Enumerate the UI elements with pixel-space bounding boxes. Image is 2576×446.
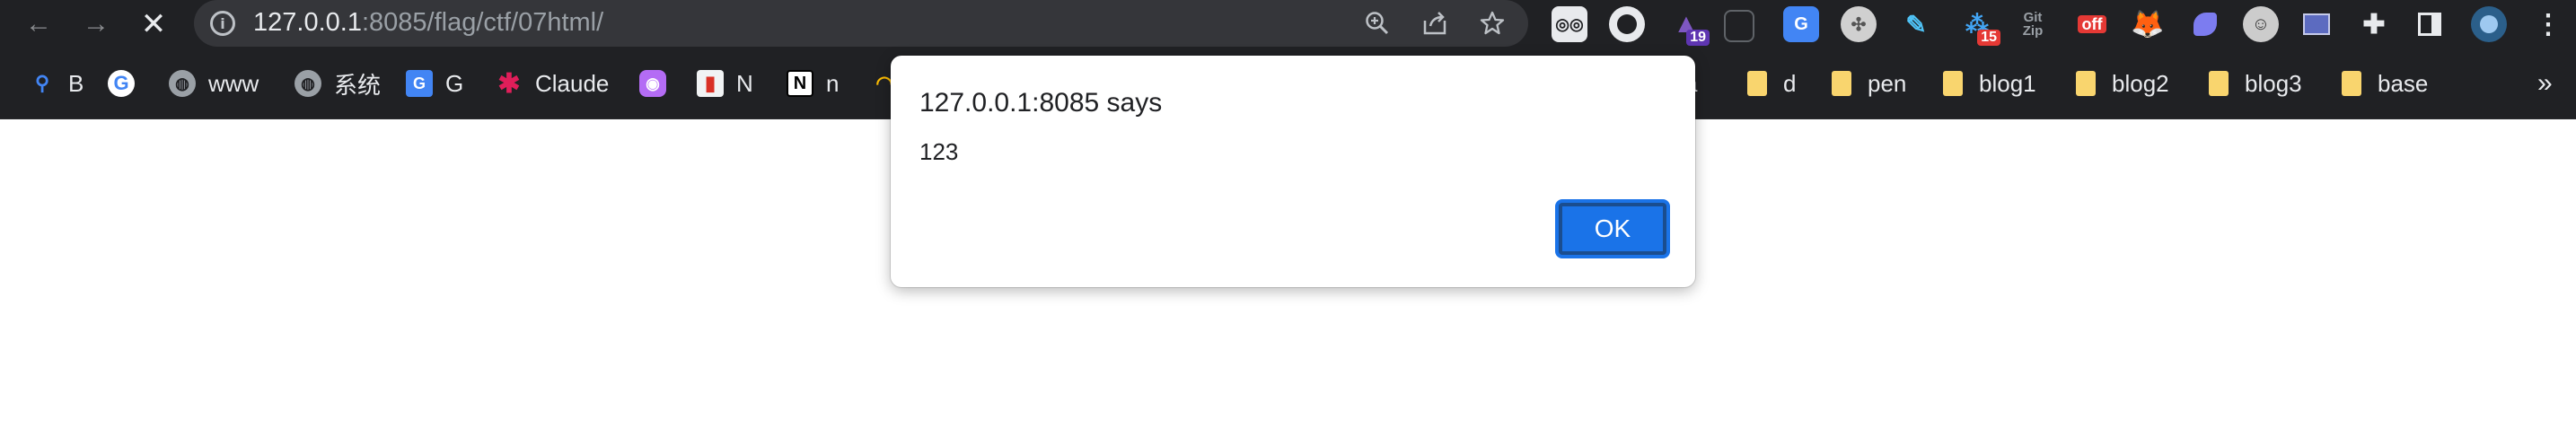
folder-icon	[2076, 71, 2096, 96]
address-bar[interactable]: i 127.0.0.1:8085/flag/ctf/07html/	[194, 0, 1528, 47]
bookmark-label: Claude	[535, 69, 610, 97]
avatar-face	[2480, 15, 2498, 33]
sidebar-shape	[2418, 13, 2441, 36]
folder-label: blog2	[2112, 69, 2169, 97]
bot-icon: ◉	[639, 70, 666, 97]
folder-icon	[1747, 71, 1767, 96]
ext-globe-icon[interactable]: ✣	[1841, 6, 1877, 42]
folder-label: blog3	[2245, 69, 2302, 97]
bookmark-item[interactable]: ▮ N	[697, 48, 753, 118]
notion-icon: N	[787, 70, 813, 97]
bookmark-label: B	[68, 69, 84, 97]
ext-ring-icon[interactable]	[1609, 6, 1645, 42]
bookmark-item[interactable]: ◍ www	[169, 48, 259, 118]
bookmark-item[interactable]: G	[108, 48, 147, 118]
bookmark-label: 系统	[334, 71, 382, 99]
folder-icon	[2209, 71, 2229, 96]
share-icon[interactable]	[1419, 7, 1451, 39]
browser-toolbar: ← → ✕ i 127.0.0.1:8085/flag/ctf/07html/ …	[0, 0, 2576, 48]
google-icon: G	[108, 70, 135, 97]
bookmark-label: G	[445, 69, 464, 97]
ext-panel-icon[interactable]	[2299, 6, 2334, 42]
off-badge: off	[2077, 15, 2107, 33]
bookmark-folder[interactable]: base	[2342, 48, 2428, 118]
globe-icon: ◍	[295, 70, 321, 97]
profile-avatar[interactable]	[2471, 6, 2507, 42]
back-button[interactable]: ←	[16, 0, 61, 48]
zoom-icon[interactable]	[1361, 7, 1394, 39]
folder-icon	[1943, 71, 1963, 96]
grid-badge: 15	[1977, 30, 2000, 46]
sidebar-icon[interactable]	[2412, 6, 2448, 42]
close-icon: ✕	[140, 7, 167, 41]
forward-arrow-icon: →	[83, 9, 110, 39]
bookmark-item[interactable]: Nn	[787, 48, 839, 118]
folder-icon	[2342, 71, 2361, 96]
bookmark-item[interactable]: ✱ Claude	[496, 48, 609, 118]
folder-label: base	[2378, 69, 2429, 97]
bookmark-item[interactable]: ◉	[639, 48, 679, 118]
panel-shape	[2303, 13, 2330, 35]
bookmark-folder[interactable]: d	[1747, 48, 1796, 118]
translate-icon: G	[406, 70, 433, 97]
bookmark-folder[interactable]: pen	[1832, 48, 1906, 118]
bookmark-red-icon: ▮	[697, 70, 724, 97]
ok-button[interactable]: OK	[1555, 199, 1670, 258]
dialog-message: 123	[919, 138, 959, 165]
feather-shape	[2194, 13, 2217, 36]
forward-button[interactable]: →	[74, 0, 119, 48]
bookmark-label: n	[826, 69, 840, 97]
ext-copy-icon[interactable]	[1724, 10, 1754, 42]
back-arrow-icon: ←	[25, 9, 52, 39]
bookmark-folder[interactable]: blog3	[2209, 48, 2302, 118]
search-icon: ⚲	[34, 72, 50, 94]
bookmark-item[interactable]: GG	[406, 48, 463, 118]
slack-icon: ✱	[497, 68, 521, 99]
url-path: :8085/flag/ctf/07html/	[361, 8, 604, 37]
dialog-title: 127.0.0.1:8085 says	[919, 88, 1163, 118]
ext-cap-icon[interactable]: ▲ 19	[1668, 6, 1710, 46]
globe-icon: ◍	[169, 70, 196, 97]
stop-loading-button[interactable]: ✕	[131, 0, 176, 48]
bookmark-item[interactable]: ⚲ B	[29, 48, 84, 118]
bookmark-folder[interactable]: blog2	[2076, 48, 2169, 118]
folder-icon	[1832, 71, 1851, 96]
ext-translate-icon[interactable]: G	[1783, 6, 1819, 42]
bookmark-item[interactable]: ◍ 系统	[295, 48, 381, 118]
folder-label: d	[1783, 69, 1797, 97]
more-bookmarks-button[interactable]: »	[2537, 48, 2553, 118]
cap-badge: 19	[1686, 30, 1710, 46]
url-text[interactable]: 127.0.0.1:8085/flag/ctf/07html/	[253, 8, 603, 38]
ext-eyedropper-icon[interactable]: ✎	[1898, 6, 1934, 42]
ext-fox-icon[interactable]: 🦊	[2130, 6, 2166, 42]
folder-label: pen	[1868, 69, 1907, 97]
url-host: 127.0.0.1	[253, 8, 362, 37]
menu-kebab-icon[interactable]: ⋮	[2530, 6, 2566, 42]
ring-inner	[1617, 14, 1637, 34]
bookmark-folder[interactable]: blog1	[1943, 48, 2036, 118]
info-icon[interactable]: i	[210, 11, 235, 36]
ext-gitzip-icon[interactable]: Git Zip	[2015, 6, 2051, 42]
bookmark-label: N	[736, 69, 753, 97]
bookmark-label: www	[208, 69, 259, 97]
ext-off-icon[interactable]: off	[2074, 6, 2110, 42]
ext-glasses-icon[interactable]: ◎◎	[1552, 6, 1587, 42]
ext-grid-icon[interactable]: ⁂ 15	[1959, 6, 2000, 46]
extensions-puzzle-icon[interactable]: ✚	[2356, 6, 2392, 42]
ext-face-icon[interactable]: ☺	[2243, 6, 2279, 42]
folder-label: blog1	[1979, 69, 2036, 97]
alert-dialog: 127.0.0.1:8085 says 123 OK	[891, 56, 1695, 287]
star-icon[interactable]	[1476, 7, 1508, 39]
ext-feather-icon[interactable]	[2187, 6, 2223, 42]
